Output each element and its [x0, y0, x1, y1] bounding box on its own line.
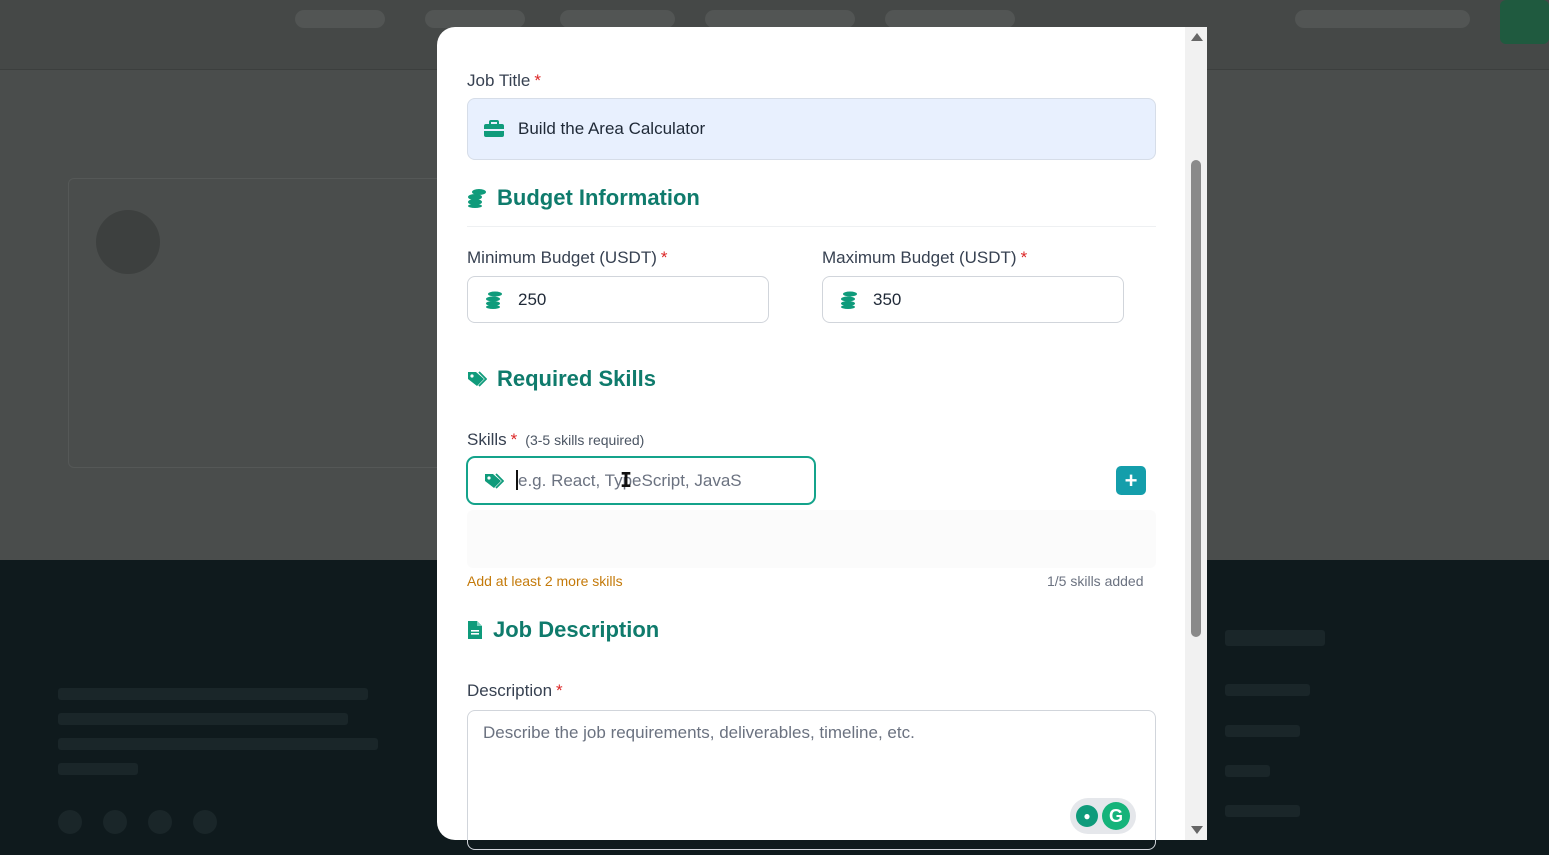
- lightbulb-icon[interactable]: ●: [1076, 805, 1098, 827]
- add-skill-button[interactable]: +: [1116, 466, 1146, 495]
- min-budget-value: 250: [518, 289, 547, 309]
- background-footer-line: [1225, 684, 1310, 696]
- background-footer-line: [1225, 630, 1325, 646]
- tags-icon: [467, 370, 487, 388]
- description-section-heading: Job Description: [467, 617, 659, 643]
- background-footer-line: [58, 763, 138, 775]
- job-title-value: Build the Area Calculator: [518, 119, 706, 138]
- text-caret: [516, 470, 518, 490]
- min-budget-label-text: Minimum Budget (USDT): [467, 248, 657, 267]
- background-footer-line: [58, 713, 348, 725]
- required-mark: *: [510, 430, 518, 449]
- added-skills-area: [467, 510, 1156, 568]
- description-label-text: Description: [467, 681, 553, 700]
- job-title-label-text: Job Title: [467, 71, 531, 90]
- min-budget-label: Minimum Budget (USDT) *: [467, 248, 668, 268]
- background-nav-item: [295, 10, 385, 28]
- ibeam-cursor-icon: I: [620, 468, 633, 492]
- grammarly-icon[interactable]: G: [1102, 802, 1130, 830]
- budget-section-title: Budget Information: [497, 185, 700, 210]
- document-icon: [467, 620, 483, 640]
- plus-icon: +: [1124, 467, 1138, 493]
- background-social-icon: [103, 810, 127, 834]
- job-title-label: Job Title *: [467, 71, 541, 91]
- background-social-icon: [148, 810, 172, 834]
- skills-section-heading: Required Skills: [467, 366, 656, 392]
- background-footer-line: [58, 738, 378, 750]
- background-action-button: [1500, 0, 1549, 44]
- background-social-icon: [58, 810, 82, 834]
- background-footer-line: [1225, 805, 1300, 817]
- background-nav-item: [705, 10, 855, 28]
- description-textarea[interactable]: Describe the job requirements, deliverab…: [467, 710, 1156, 850]
- description-section-title: Job Description: [493, 617, 660, 642]
- job-title-input[interactable]: Build the Area Calculator: [467, 98, 1156, 160]
- coins-icon: [837, 290, 861, 310]
- skills-label: Skills * (3-5 skills required): [467, 430, 644, 450]
- scrollbar-thumb[interactable]: [1191, 160, 1201, 637]
- max-budget-label-text: Maximum Budget (USDT): [822, 248, 1017, 267]
- background-avatar: [96, 210, 160, 274]
- required-mark: *: [660, 248, 668, 267]
- background-nav-item: [425, 10, 525, 28]
- scroll-up-arrow-icon[interactable]: [1191, 33, 1203, 41]
- max-budget-input[interactable]: 350: [822, 276, 1124, 323]
- skills-count: 1/5 skills added: [1047, 573, 1144, 589]
- budget-section-heading: Budget Information: [467, 185, 700, 211]
- background-social-icon: [193, 810, 217, 834]
- modal-scrollbar[interactable]: [1185, 27, 1207, 840]
- description-label: Description *: [467, 681, 563, 701]
- briefcase-icon: [482, 119, 506, 139]
- background-nav-item: [1295, 10, 1470, 28]
- skills-label-text: Skills: [467, 430, 507, 449]
- skills-input[interactable]: e.g. React, TypeScript, JavaS: [467, 457, 815, 504]
- description-placeholder: Describe the job requirements, deliverab…: [483, 723, 915, 742]
- required-mark: *: [1020, 248, 1028, 267]
- required-mark: *: [556, 681, 563, 700]
- section-divider: [467, 226, 1156, 227]
- coins-icon: [467, 188, 487, 208]
- background-footer-line: [1225, 725, 1300, 737]
- min-budget-input[interactable]: 250: [467, 276, 769, 323]
- background-nav-item: [560, 10, 675, 28]
- scroll-down-arrow-icon[interactable]: [1191, 826, 1203, 834]
- skills-section-title: Required Skills: [497, 366, 656, 391]
- coins-icon: [482, 290, 506, 310]
- background-nav-item: [885, 10, 1015, 28]
- max-budget-value: 350: [873, 289, 902, 309]
- tags-icon: [482, 471, 506, 491]
- background-footer-line: [58, 688, 368, 700]
- skills-warning: Add at least 2 more skills: [467, 573, 623, 589]
- required-mark: *: [534, 71, 541, 90]
- background-footer-line: [1225, 765, 1270, 777]
- grammarly-widget[interactable]: ● G: [1070, 798, 1136, 834]
- max-budget-label: Maximum Budget (USDT) *: [822, 248, 1027, 268]
- skills-hint: (3-5 skills required): [525, 432, 645, 448]
